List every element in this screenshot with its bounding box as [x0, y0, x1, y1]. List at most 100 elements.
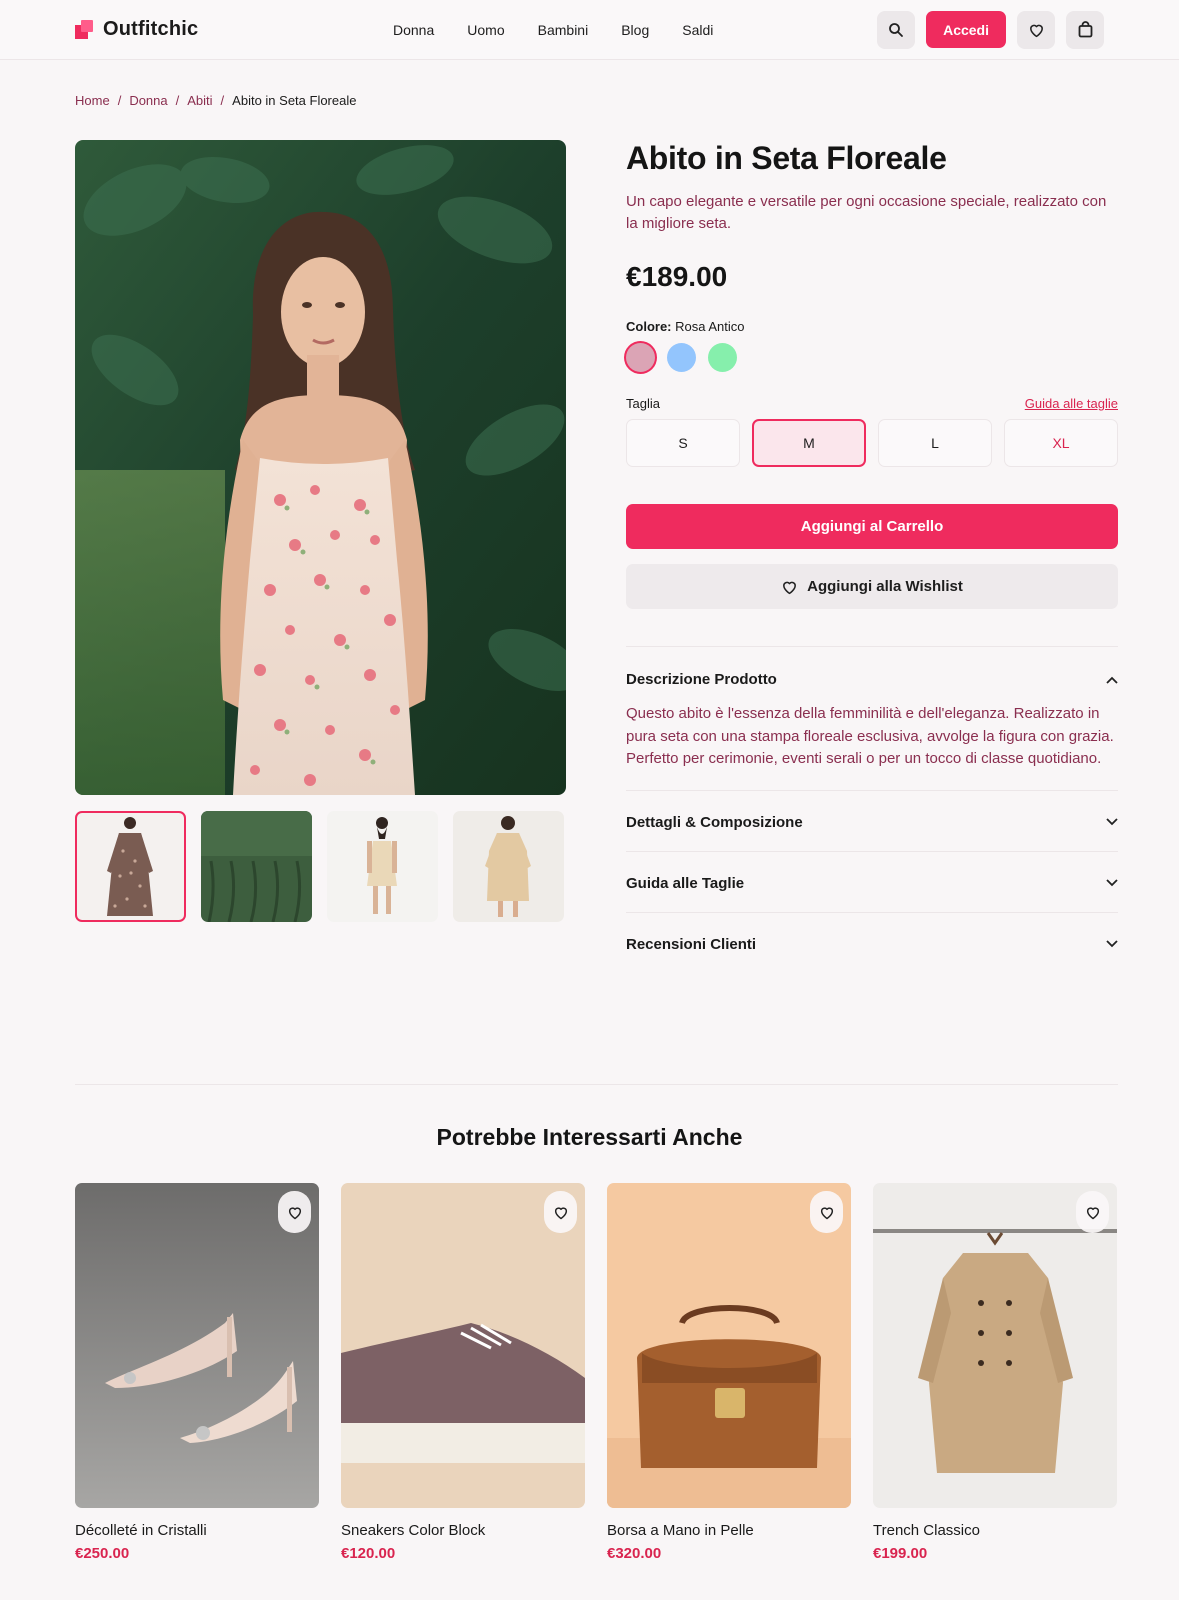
accordion-body-description: Questo abito è l'essenza della femminili…	[626, 705, 1114, 767]
logo-mark-icon	[75, 19, 93, 40]
product-card-image[interactable]	[607, 1183, 851, 1508]
product-card-price: €320.00	[607, 1545, 662, 1562]
size-header: Taglia Guida alle taglie	[626, 396, 1118, 411]
color-swatch-verde[interactable]	[708, 343, 737, 372]
recommendations-title: Potrebbe Interessarti Anche	[436, 1124, 743, 1150]
product-card[interactable]: Décolleté in Cristalli €250.00	[75, 1183, 319, 1562]
product-card-price: €120.00	[341, 1545, 396, 1562]
accordion-title: Guida alle Taglie	[626, 874, 745, 892]
breadcrumb-abiti[interactable]: Abiti	[187, 93, 212, 108]
product-card-name: Borsa a Mano in Pelle	[607, 1522, 754, 1539]
sneakers-photo	[341, 1183, 585, 1508]
accordion-item-description: Descrizione Prodotto Questo abito è l'es…	[626, 646, 1118, 790]
size-selector: S M L XL	[626, 419, 1118, 467]
product-card-name: Sneakers Color Block	[341, 1522, 486, 1539]
product-card[interactable]: Sneakers Color Block €120.00	[341, 1183, 585, 1562]
product-card-image[interactable]	[873, 1183, 1117, 1508]
thumbnail-3[interactable]	[327, 811, 438, 922]
add-to-wishlist-button[interactable]: Aggiungi alla Wishlist	[626, 564, 1118, 609]
heels-photo	[75, 1183, 319, 1508]
accordion-title: Recensioni Clienti	[626, 935, 757, 953]
thumbnail-1[interactable]	[75, 811, 186, 922]
color-swatch-rosa-antico[interactable]	[626, 343, 655, 372]
product-main-image[interactable]	[75, 140, 566, 795]
color-swatch-azzurro[interactable]	[667, 343, 696, 372]
breadcrumb-home[interactable]: Home	[75, 93, 110, 108]
color-selector: Colore: Rosa Antico	[626, 319, 1118, 372]
product-card-name: Trench Classico	[873, 1522, 980, 1539]
breadcrumb: Home / Donna / Abiti / Abito in Seta Flo…	[75, 93, 356, 108]
card-wishlist-button[interactable]	[544, 1191, 577, 1233]
product-card-price: €250.00	[75, 1545, 130, 1562]
product-card-image[interactable]	[341, 1183, 585, 1508]
wishlist-label: Aggiungi alla Wishlist	[807, 578, 963, 595]
section-divider	[75, 1084, 1118, 1085]
chevron-down-icon	[1106, 940, 1118, 948]
accordion-header-reviews[interactable]: Recensioni Clienti	[626, 936, 1118, 953]
thumbnail-2[interactable]	[201, 811, 312, 922]
product-card-name: Décolleté in Cristalli	[75, 1522, 207, 1539]
size-option-m[interactable]: M	[752, 419, 866, 467]
heart-icon	[783, 581, 797, 594]
chevron-up-icon	[1106, 676, 1118, 684]
product-accordion: Descrizione Prodotto Questo abito è l'es…	[626, 646, 1118, 973]
wishlist-button[interactable]	[1017, 10, 1055, 49]
nav-item-saldi[interactable]: Saldi	[682, 22, 713, 38]
product-thumbnails	[75, 811, 564, 922]
card-wishlist-button[interactable]	[278, 1191, 311, 1233]
site-header: Outfitchic Donna Uomo Bambini Blog Saldi…	[0, 0, 1179, 60]
nav-item-donna[interactable]: Donna	[393, 22, 434, 38]
size-guide-link[interactable]: Guida alle taglie	[1025, 396, 1118, 411]
chevron-down-icon	[1106, 818, 1118, 826]
accordion-item-size-guide: Guida alle Taglie	[626, 850, 1118, 912]
product-title: Abito in Seta Floreale	[626, 140, 947, 176]
thumb-beige-dress-back	[327, 811, 438, 922]
nav-item-blog[interactable]: Blog	[621, 22, 649, 38]
brand-name: Outfitchic	[103, 18, 199, 40]
card-wishlist-button[interactable]	[810, 1191, 843, 1233]
login-button[interactable]: Accedi	[926, 11, 1006, 48]
color-label: Colore:	[626, 319, 672, 334]
accordion-header-details[interactable]: Dettagli & Composizione	[626, 814, 1118, 831]
accordion-header-description[interactable]: Descrizione Prodotto	[626, 671, 1118, 688]
size-option-s[interactable]: S	[626, 419, 740, 467]
product-card[interactable]: Trench Classico €199.00	[873, 1183, 1117, 1562]
heart-icon	[288, 1206, 301, 1219]
dress-photo	[75, 140, 566, 795]
nav-item-bambini[interactable]: Bambini	[538, 22, 589, 38]
size-option-xl[interactable]: XL	[1004, 419, 1118, 467]
header-actions: Accedi	[877, 10, 1104, 49]
breadcrumb-donna[interactable]: Donna	[129, 93, 167, 108]
product-card[interactable]: Borsa a Mano in Pelle €320.00	[607, 1183, 851, 1562]
accordion-item-reviews: Recensioni Clienti	[626, 911, 1118, 973]
accordion-title: Descrizione Prodotto	[626, 671, 777, 688]
product-card-image[interactable]	[75, 1183, 319, 1508]
brand-logo[interactable]: Outfitchic	[75, 18, 198, 41]
search-button[interactable]	[877, 10, 916, 49]
breadcrumb-separator: /	[117, 93, 122, 108]
size-label: Taglia	[626, 396, 660, 411]
add-to-cart-button[interactable]: Aggiungi al Carrello	[626, 504, 1118, 549]
shopping-bag-icon	[1078, 21, 1092, 38]
product-card-price: €199.00	[873, 1545, 928, 1562]
heart-icon	[554, 1206, 567, 1219]
product-price: €189.00	[626, 261, 728, 292]
accordion-item-details: Dettagli & Composizione	[626, 789, 1118, 851]
cart-button[interactable]	[1066, 10, 1104, 49]
heart-icon	[1086, 1206, 1099, 1219]
color-value: Rosa Antico	[675, 319, 745, 334]
breadcrumb-separator: /	[175, 93, 180, 108]
breadcrumb-separator: /	[220, 93, 225, 108]
accordion-header-size-guide[interactable]: Guida alle Taglie	[626, 875, 1118, 892]
card-wishlist-button[interactable]	[1076, 1191, 1109, 1233]
accordion-title: Dettagli & Composizione	[626, 813, 803, 831]
thumbnail-4[interactable]	[453, 811, 564, 922]
heart-icon	[820, 1206, 833, 1219]
product-info: Abito in Seta Floreale Un capo elegante …	[626, 140, 1118, 973]
chevron-down-icon	[1106, 879, 1118, 887]
size-option-l[interactable]: L	[878, 419, 992, 467]
nav-item-uomo[interactable]: Uomo	[467, 22, 504, 38]
breadcrumb-current: Abito in Seta Floreale	[232, 93, 357, 108]
product-subtitle: Un capo elegante e versatile per ogni oc…	[626, 193, 1107, 232]
search-icon	[889, 22, 903, 37]
